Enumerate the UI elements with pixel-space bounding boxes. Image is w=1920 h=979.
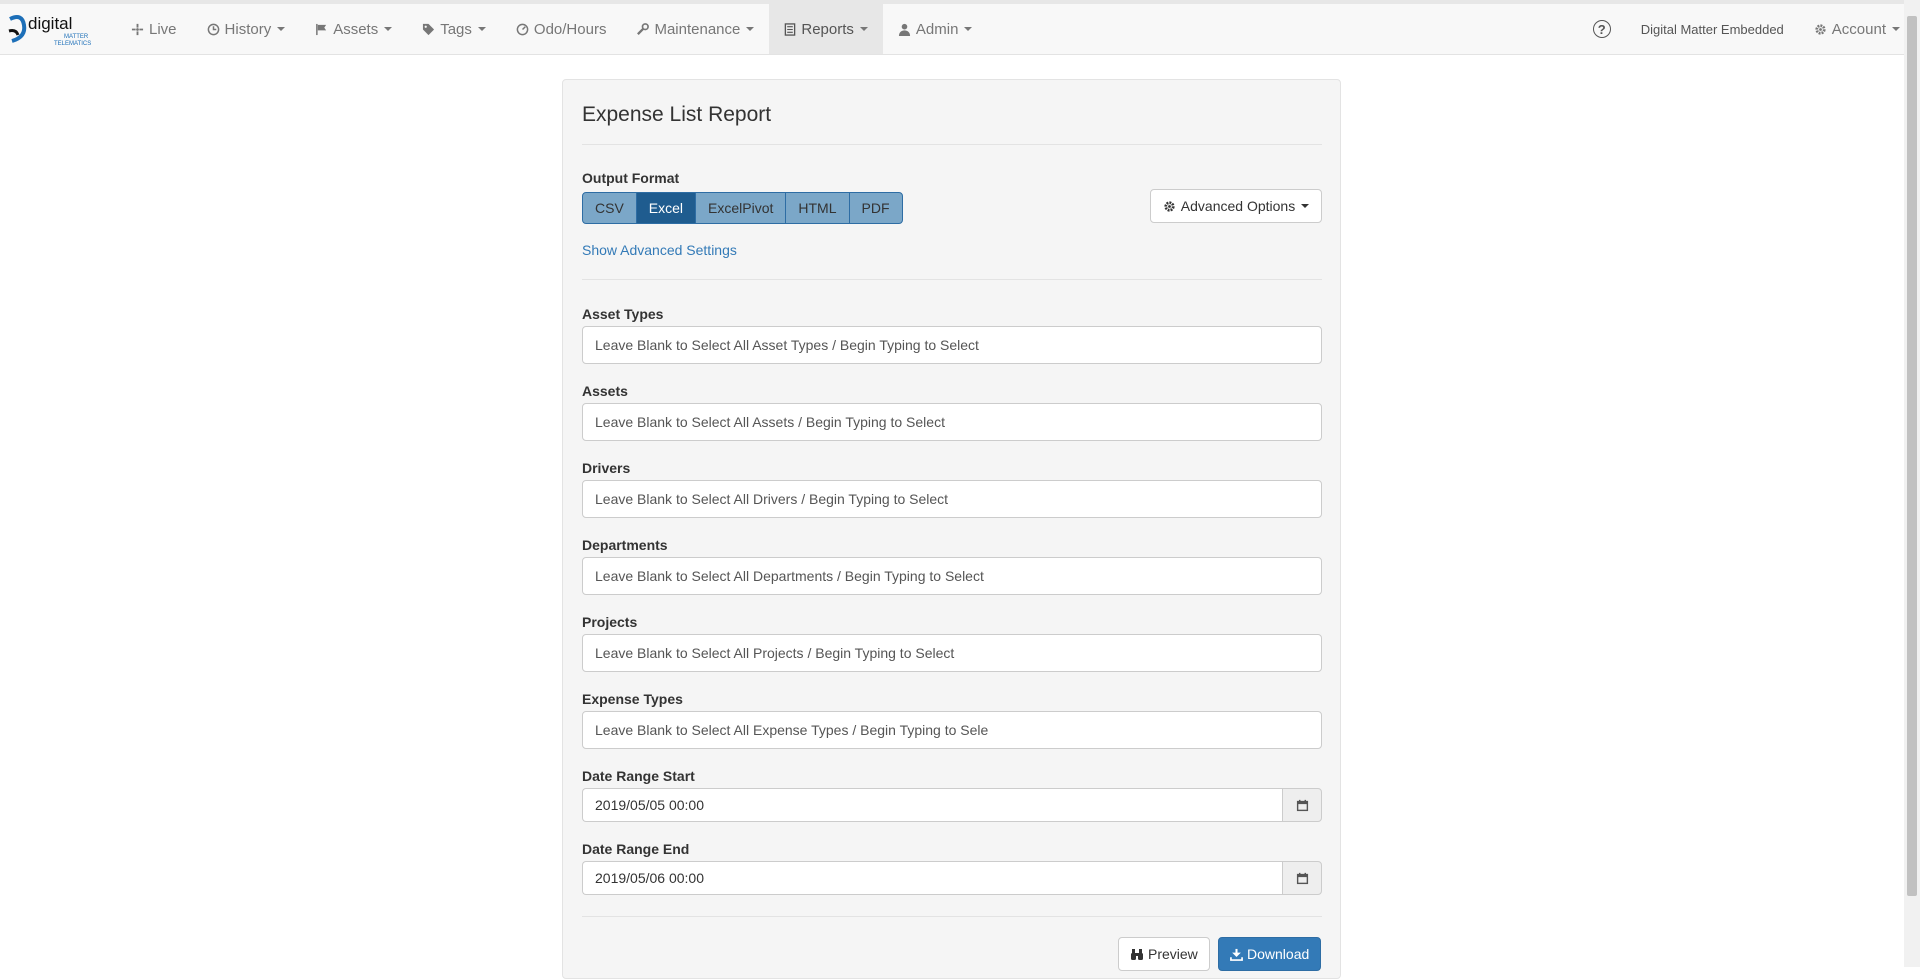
divider (582, 144, 1322, 145)
nav-odo-hours[interactable]: Odo/Hours (501, 4, 622, 54)
svg-text:MATTER: MATTER (64, 34, 89, 40)
binoculars-icon (1130, 948, 1144, 961)
divider (582, 916, 1322, 917)
date-range-start-input[interactable] (582, 788, 1282, 822)
output-format-label: Output Format (582, 170, 680, 186)
date-range-start-calendar-button[interactable] (1282, 788, 1322, 822)
page-scrollbar[interactable] (1904, 0, 1920, 967)
download-label: Download (1247, 946, 1310, 962)
download-button[interactable]: Download (1218, 937, 1322, 971)
format-pdf-button[interactable]: PDF (848, 192, 903, 224)
wrench-icon (636, 22, 650, 36)
gauge-icon (516, 23, 529, 36)
assets-input[interactable] (582, 403, 1322, 441)
departments-input[interactable] (582, 557, 1322, 595)
drivers-label: Drivers (582, 460, 631, 476)
report-panel: Expense List Report Output Format CSV Ex… (562, 79, 1341, 979)
nav-maintenance[interactable]: Maintenance (621, 4, 769, 54)
calendar-icon (1296, 799, 1308, 811)
clock-icon (207, 23, 220, 36)
preview-label: Preview (1148, 946, 1198, 962)
expense-types-input[interactable] (582, 711, 1322, 749)
nav-tags-label: Tags (440, 20, 472, 38)
nav-assets[interactable]: Assets (300, 4, 407, 54)
help-icon: ? (1592, 20, 1611, 38)
help-button[interactable]: ? (1578, 4, 1626, 54)
date-range-end-input[interactable] (582, 861, 1282, 895)
calendar-icon (1296, 872, 1308, 884)
asset-types-label: Asset Types (582, 306, 664, 322)
format-excelpivot-button[interactable]: ExcelPivot (695, 192, 787, 224)
date-range-end-group (582, 861, 1322, 895)
asset-types-input[interactable] (582, 326, 1322, 364)
nav-admin-label: Admin (915, 20, 959, 38)
preview-button[interactable]: Preview (1118, 937, 1210, 971)
advanced-options-button[interactable]: Advanced Options (1150, 189, 1322, 223)
departments-label: Departments (582, 537, 668, 553)
nav-maintenance-label: Maintenance (654, 20, 741, 38)
nav-assets-label: Assets (333, 20, 379, 38)
expense-types-label: Expense Types (582, 691, 683, 707)
nav-history[interactable]: History (192, 4, 301, 54)
format-csv-button[interactable]: CSV (582, 192, 637, 224)
top-navbar: digital MATTER TELEMATICS Live History A… (0, 4, 1904, 55)
page-title: Expense List Report (582, 103, 772, 126)
projects-label: Projects (582, 614, 638, 630)
user-icon (898, 23, 911, 36)
chevron-down-icon (1892, 27, 1900, 31)
date-range-end-label: Date Range End (582, 841, 690, 857)
nav-admin[interactable]: Admin (883, 4, 988, 54)
nav-live-label: Live (149, 20, 177, 38)
date-range-start-group (582, 788, 1322, 822)
svg-text:TELEMATICS: TELEMATICS (54, 41, 91, 47)
chevron-down-icon (384, 27, 393, 31)
output-format-group: CSV Excel ExcelPivot HTML PDF (582, 192, 903, 224)
date-range-end-calendar-button[interactable] (1282, 861, 1322, 895)
svg-text:digital: digital (28, 14, 72, 33)
crosshair-icon (131, 23, 144, 36)
divider (582, 279, 1322, 280)
nav-odo-hours-label: Odo/Hours (533, 20, 607, 38)
nav-tags[interactable]: Tags (407, 4, 501, 54)
gear-icon (1814, 23, 1827, 36)
download-icon (1230, 948, 1243, 961)
flag-icon (315, 23, 328, 36)
chevron-down-icon (1301, 204, 1310, 208)
chevron-down-icon (277, 27, 286, 31)
assets-label: Assets (582, 383, 628, 399)
chevron-down-icon (477, 27, 486, 31)
gear-icon (1163, 200, 1176, 213)
account-label: Account (1831, 20, 1886, 38)
show-advanced-settings-link[interactable]: Show Advanced Settings (582, 242, 737, 258)
nav-reports[interactable]: Reports (769, 4, 883, 54)
account-menu[interactable]: Account (1799, 4, 1904, 54)
chevron-down-icon (859, 27, 868, 31)
chevron-down-icon (746, 27, 755, 31)
drivers-input[interactable] (582, 480, 1322, 518)
report-icon (784, 22, 796, 36)
format-html-button[interactable]: HTML (785, 192, 850, 224)
digital-matter-logo-icon: digital MATTER TELEMATICS (8, 14, 91, 47)
nav-live[interactable]: Live (116, 4, 192, 54)
date-range-start-label: Date Range Start (582, 768, 695, 784)
projects-input[interactable] (582, 634, 1322, 672)
tag-icon (422, 23, 435, 36)
nav-history-label: History (224, 20, 272, 38)
org-name: Digital Matter Embedded (1626, 4, 1799, 54)
format-excel-button[interactable]: Excel (635, 192, 697, 224)
org-name-label: Digital Matter Embedded (1640, 21, 1784, 37)
brand-logo[interactable]: digital MATTER TELEMATICS (0, 4, 116, 54)
nav-reports-label: Reports (801, 20, 854, 38)
chevron-down-icon (964, 27, 973, 31)
advanced-options-label: Advanced Options (1180, 198, 1296, 214)
scrollbar-thumb[interactable] (1907, 16, 1917, 896)
